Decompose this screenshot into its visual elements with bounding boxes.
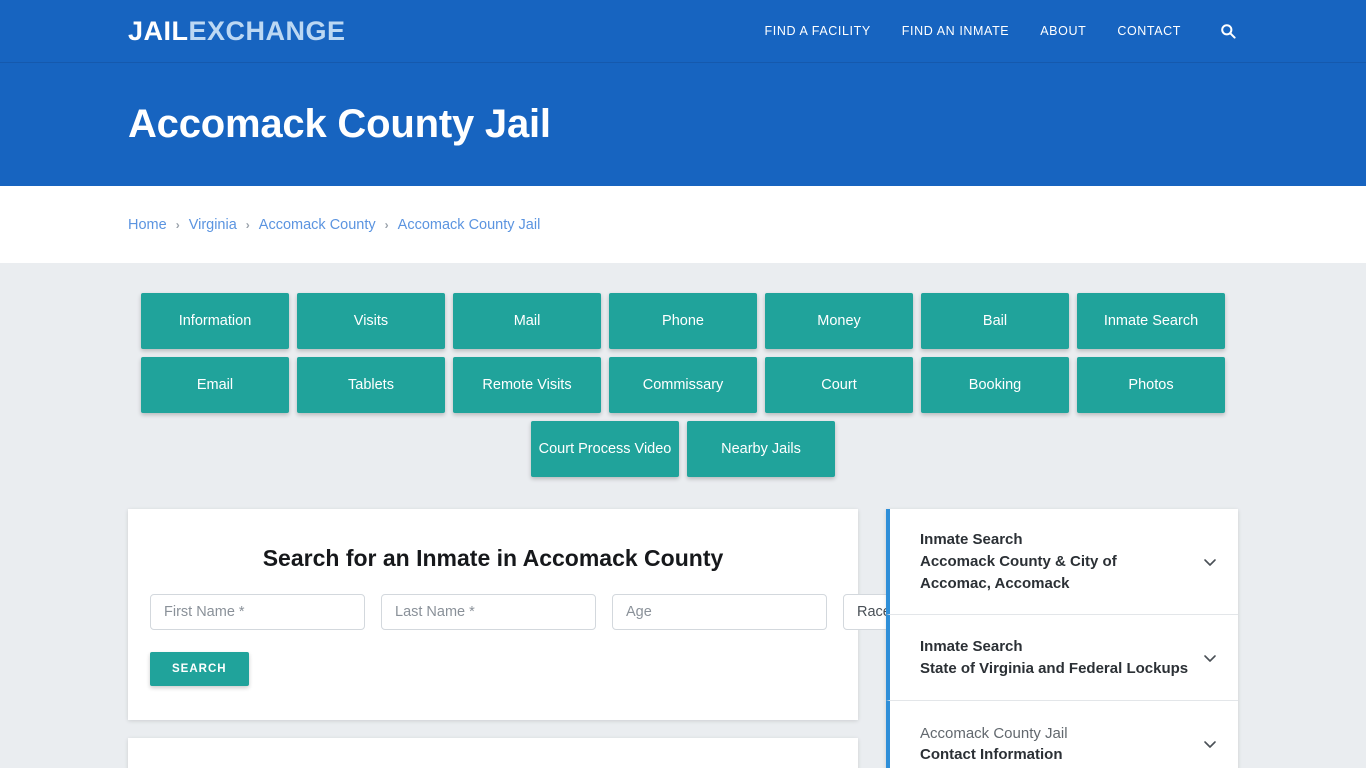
logo-text-secondary: EXCHANGE xyxy=(188,15,346,46)
inmate-search-form: Race xyxy=(150,594,1004,630)
tab-money[interactable]: Money xyxy=(765,293,913,349)
right-sidebar: Inmate Search Accomack County & City of … xyxy=(886,509,1238,768)
site-logo[interactable]: JAILEXCHANGE xyxy=(128,16,346,47)
breadcrumb-band: Home › Virginia › Accomack County › Acco… xyxy=(0,186,1366,263)
tab-visits[interactable]: Visits xyxy=(297,293,445,349)
breadcrumb-item-accomack-county[interactable]: Accomack County xyxy=(259,217,376,233)
last-name-input[interactable] xyxy=(381,594,596,630)
first-name-input[interactable] xyxy=(150,594,365,630)
accordion-item-text: Inmate Search Accomack County & City of … xyxy=(920,529,1190,594)
nav-item-about[interactable]: ABOUT xyxy=(1040,24,1086,38)
main-content: Information Visits Mail Phone Money Bail… xyxy=(0,263,1366,768)
tab-court[interactable]: Court xyxy=(765,357,913,413)
tab-remote-visits[interactable]: Remote Visits xyxy=(453,357,601,413)
tab-bail[interactable]: Bail xyxy=(921,293,1069,349)
breadcrumb-separator-icon: › xyxy=(384,217,389,232)
breadcrumb-item-accomack-county-jail[interactable]: Accomack County Jail xyxy=(398,217,541,233)
content-columns: Search for an Inmate in Accomack County … xyxy=(128,509,1238,768)
facility-tab-grid: Information Visits Mail Phone Money Bail… xyxy=(128,293,1238,477)
accordion-item-subtitle: Accomack County & City of Accomac, Accom… xyxy=(920,552,1117,592)
accordion-item-subtitle: State of Virginia and Federal Lockups xyxy=(920,659,1189,677)
tab-email[interactable]: Email xyxy=(141,357,289,413)
search-icon[interactable] xyxy=(1218,21,1238,41)
breadcrumb-separator-icon: › xyxy=(245,217,250,232)
inmate-search-card: Search for an Inmate in Accomack County … xyxy=(128,509,1004,720)
accordion-item-title: Inmate Search xyxy=(920,638,1023,655)
page-title: Accomack County Jail xyxy=(128,102,551,146)
breadcrumb-item-virginia[interactable]: Virginia xyxy=(189,217,237,233)
top-navigation-bar: JAILEXCHANGE FIND A FACILITY FIND AN INM… xyxy=(0,0,1366,63)
tab-tablets[interactable]: Tablets xyxy=(297,357,445,413)
jail-information-card: Accomack County Jail Information xyxy=(128,738,858,768)
tab-booking[interactable]: Booking xyxy=(921,357,1069,413)
sidebar-accordion: Inmate Search Accomack County & City of … xyxy=(886,509,1238,768)
main-nav: FIND A FACILITY FIND AN INMATE ABOUT CON… xyxy=(765,21,1238,41)
breadcrumb: Home › Virginia › Accomack County › Acco… xyxy=(128,217,540,233)
nav-item-contact[interactable]: CONTACT xyxy=(1117,24,1181,38)
left-column: Search for an Inmate in Accomack County … xyxy=(128,509,1004,768)
breadcrumb-item-home[interactable]: Home xyxy=(128,217,167,233)
chevron-down-icon[interactable] xyxy=(1200,734,1220,754)
age-input[interactable] xyxy=(612,594,827,630)
tab-phone[interactable]: Phone xyxy=(609,293,757,349)
chevron-down-icon[interactable] xyxy=(1200,648,1220,668)
accordion-item-title: Accomack County Jail xyxy=(920,724,1068,742)
page-title-band: Accomack County Jail xyxy=(0,63,1366,186)
accordion-item-subtitle: Contact Information xyxy=(920,746,1063,764)
tab-commissary[interactable]: Commissary xyxy=(609,357,757,413)
tab-inmate-search[interactable]: Inmate Search xyxy=(1077,293,1225,349)
nav-item-find-a-facility[interactable]: FIND A FACILITY xyxy=(765,24,871,38)
tab-information[interactable]: Information xyxy=(141,293,289,349)
breadcrumb-separator-icon: › xyxy=(175,217,180,232)
accordion-item-inmate-search-county[interactable]: Inmate Search Accomack County & City of … xyxy=(886,509,1238,616)
accordion-item-inmate-search-state[interactable]: Inmate Search State of Virginia and Fede… xyxy=(886,615,1238,702)
tab-court-process-video[interactable]: Court Process Video xyxy=(531,421,679,477)
accordion-item-contact-information[interactable]: Accomack County Jail Contact Information xyxy=(886,701,1238,768)
accordion-item-text: Inmate Search State of Virginia and Fede… xyxy=(920,636,1190,680)
search-submit-button[interactable]: SEARCH xyxy=(150,652,249,686)
chevron-down-icon[interactable] xyxy=(1200,552,1220,572)
logo-text-primary: JAIL xyxy=(128,15,189,46)
tab-nearby-jails[interactable]: Nearby Jails xyxy=(687,421,835,477)
tab-mail[interactable]: Mail xyxy=(453,293,601,349)
tab-photos[interactable]: Photos xyxy=(1077,357,1225,413)
accordion-item-title: Inmate Search xyxy=(920,531,1023,548)
inmate-search-heading: Search for an Inmate in Accomack County xyxy=(262,545,724,571)
nav-item-find-an-inmate[interactable]: FIND AN INMATE xyxy=(902,24,1009,38)
accordion-item-text: Accomack County Jail Contact Information xyxy=(920,723,1190,767)
